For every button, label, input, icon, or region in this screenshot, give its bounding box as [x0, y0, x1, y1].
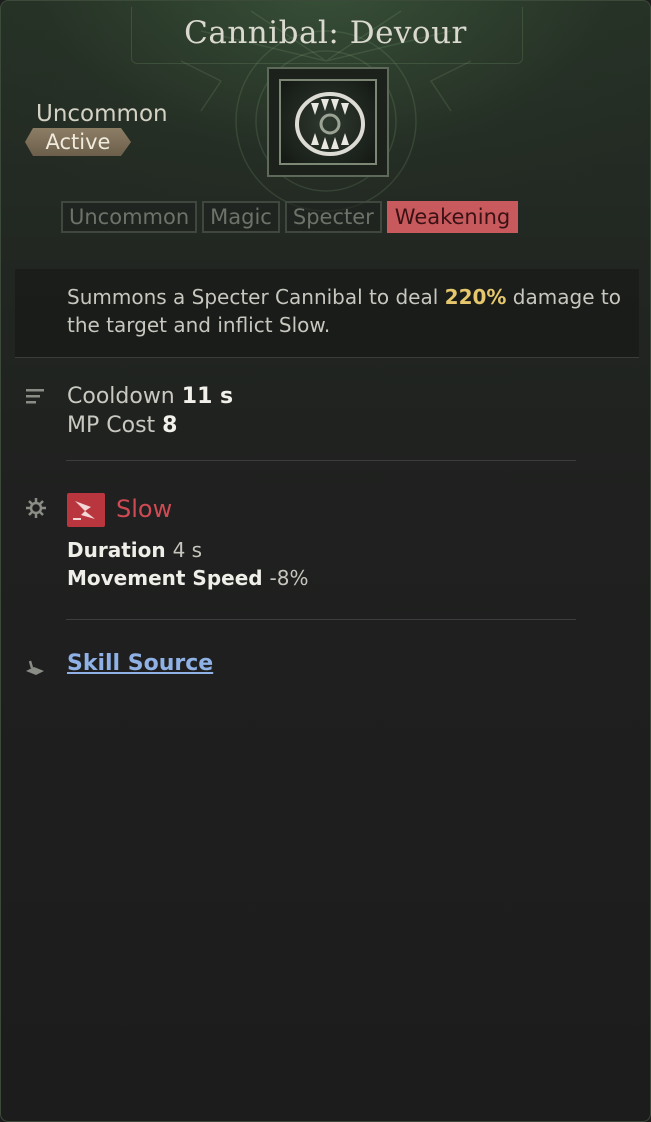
skill-type-badge: Active	[25, 128, 131, 156]
cooldown-value: 11 s	[181, 384, 234, 409]
book-icon	[26, 660, 44, 675]
skill-rarity: Uncommon	[36, 101, 168, 127]
mp-cost-label: MP Cost	[67, 413, 156, 438]
duration-stat: Duration 4 s	[67, 538, 202, 562]
slow-effect-icon	[67, 493, 105, 527]
mp-cost-stat: MP Cost 8	[67, 413, 177, 438]
skill-source-link[interactable]: Skill Source	[67, 651, 213, 676]
skill-tooltip-panel: Cannibal: Devour Uncommon Active Uncommo…	[0, 0, 651, 1122]
movement-speed-label: Movement Speed	[67, 566, 263, 590]
tag-specter: Specter	[284, 201, 382, 233]
duration-label: Duration	[67, 538, 166, 562]
tag-magic: Magic	[202, 201, 280, 233]
description-text: Summons a Specter Cannibal to deal	[67, 285, 445, 309]
tag-uncommon: Uncommon	[61, 201, 198, 233]
skill-tags: Uncommon Magic Specter Weakening	[61, 201, 519, 233]
effect-name: Slow	[116, 495, 173, 523]
mp-cost-value: 8	[162, 413, 178, 438]
effect-divider	[66, 619, 576, 620]
stats-divider	[66, 460, 576, 461]
description-box: Summons a Specter Cannibal to deal 220% …	[15, 269, 639, 358]
fanged-maw-icon	[279, 79, 377, 165]
skill-description: Summons a Specter Cannibal to deal 220% …	[67, 283, 627, 339]
cooldown-label: Cooldown	[67, 384, 175, 409]
skill-title: Cannibal: Devour	[184, 15, 467, 51]
movement-speed-value: -8%	[269, 566, 309, 590]
movement-speed-stat: Movement Speed -8%	[67, 566, 309, 590]
skill-icon-frame	[267, 67, 389, 177]
list-lines-icon	[26, 389, 44, 404]
tag-weakening: Weakening	[386, 201, 519, 233]
gear-icon	[26, 498, 46, 518]
duration-value: 4 s	[172, 538, 203, 562]
damage-percent: 220%	[444, 285, 507, 309]
cooldown-stat: Cooldown 11 s	[67, 384, 233, 409]
